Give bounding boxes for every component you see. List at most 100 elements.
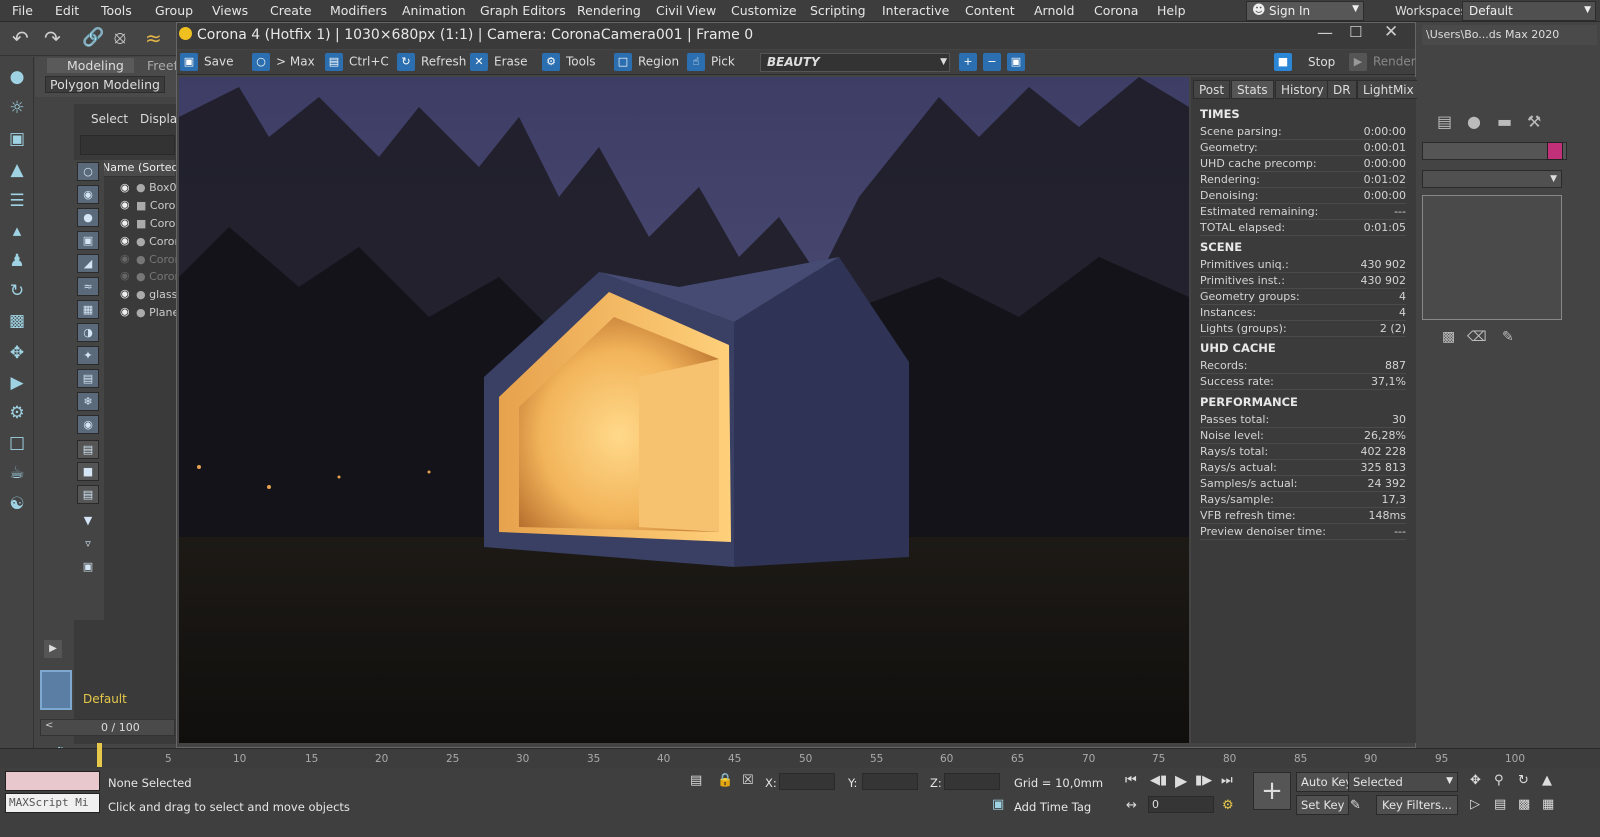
- save-button[interactable]: ▣ Save: [180, 53, 233, 72]
- link-icon[interactable]: 🔗: [82, 27, 104, 48]
- visibility-eye-icon[interactable]: ◉: [120, 287, 130, 300]
- configure-modifier-icon[interactable]: ✎: [1502, 329, 1514, 345]
- menu-edit[interactable]: Edit: [55, 3, 79, 18]
- go-to-end-icon[interactable]: ⏭: [1221, 773, 1233, 788]
- key-selection-dropdown[interactable]: Selected ▼: [1348, 772, 1458, 792]
- set-key-button[interactable]: Set Key: [1296, 795, 1350, 815]
- menu-file[interactable]: File: [12, 3, 33, 18]
- visibility-eye-icon[interactable]: ◉: [120, 181, 130, 194]
- pick-button[interactable]: ☝ Pick: [687, 53, 735, 72]
- tab-modeling[interactable]: Modeling: [47, 58, 134, 73]
- stop-button[interactable]: ■ Stop: [1274, 53, 1335, 72]
- viewport-layout-tab[interactable]: [40, 670, 72, 710]
- tools-button[interactable]: ⚙ Tools: [542, 53, 596, 72]
- wrench-icon[interactable]: ⚒: [1527, 112, 1541, 131]
- sphere-light-icon[interactable]: ☼: [6, 98, 28, 120]
- helper-filter-icon[interactable]: ◢: [77, 254, 99, 273]
- timeline[interactable]: 5 10 15 20 25 30 35 40 45 50 55 60 65 70…: [0, 743, 1600, 768]
- unlink-icon[interactable]: ⦻: [114, 27, 126, 48]
- list-item[interactable]: ■ Corona: [136, 217, 176, 234]
- box-icon[interactable]: ▩: [6, 311, 28, 333]
- teapot-icon[interactable]: ☕: [6, 463, 28, 485]
- lock-selection-icon[interactable]: 🔒: [717, 773, 733, 788]
- geometry-filter-icon[interactable]: ◉: [77, 185, 99, 204]
- spacewarp-filter-icon[interactable]: ≈: [77, 277, 99, 296]
- orbit-view-icon[interactable]: ↻: [1518, 773, 1529, 788]
- time-slider-handle[interactable]: [97, 743, 102, 767]
- object-name-field[interactable]: [1422, 142, 1567, 160]
- frozen-filter-icon[interactable]: ❄: [77, 392, 99, 411]
- minimize-icon[interactable]: —: [1317, 23, 1333, 42]
- rotate-icon[interactable]: ↻: [6, 281, 28, 303]
- menu-corona[interactable]: Corona: [1094, 3, 1138, 18]
- time-tag-icon[interactable]: ▣: [992, 797, 1004, 812]
- menu-scripting[interactable]: Scripting: [810, 3, 866, 18]
- key-tool-icon[interactable]: ✎: [1350, 798, 1361, 813]
- workspaces-select[interactable]: Default ▼: [1462, 1, 1596, 21]
- go-to-start-icon[interactable]: ⏮: [1125, 773, 1137, 788]
- list-item[interactable]: ● Plane: [136, 306, 176, 323]
- tab-display[interactable]: Display: [140, 112, 176, 126]
- container-filter-icon[interactable]: ▤: [77, 369, 99, 388]
- time-slider[interactable]: < 0 / 100: [40, 719, 175, 736]
- layer-default[interactable]: Default: [80, 690, 170, 709]
- menu-create[interactable]: Create: [270, 3, 312, 18]
- pin-stack-icon[interactable]: ▩: [1442, 329, 1455, 345]
- menu-interactive[interactable]: Interactive: [882, 3, 949, 18]
- tree-icon[interactable]: ▲: [6, 160, 28, 182]
- maximize-viewport-icon[interactable]: ▩: [1518, 797, 1530, 812]
- zoom-fit-button[interactable]: ▣: [1007, 53, 1031, 72]
- display-tab-icon[interactable]: ▬: [1497, 112, 1512, 131]
- close-icon[interactable]: ✕: [1384, 22, 1398, 42]
- layer-icon[interactable]: ▤: [77, 440, 99, 459]
- display-none-icon[interactable]: ○: [77, 162, 99, 181]
- list-icon[interactable]: ☰: [6, 191, 28, 213]
- add-time-tag[interactable]: Add Time Tag: [1014, 800, 1091, 814]
- z-coordinate-field[interactable]: [944, 773, 1000, 790]
- list-item[interactable]: ● Corona: [136, 235, 176, 252]
- y-coordinate-field[interactable]: [862, 773, 918, 790]
- render-channel-select[interactable]: BEAUTY ▼: [760, 53, 950, 72]
- menu-animation[interactable]: Animation: [402, 3, 466, 18]
- zoom-out-button[interactable]: −: [983, 53, 1007, 72]
- maximize-icon[interactable]: ☐: [1349, 23, 1362, 41]
- menu-rendering[interactable]: Rendering: [577, 3, 641, 18]
- menu-civil-view[interactable]: Civil View: [656, 3, 716, 18]
- remove-modifier-icon[interactable]: ⌫: [1467, 329, 1487, 345]
- list-item[interactable]: ● glass: [136, 288, 176, 305]
- camera-filter-icon[interactable]: ▣: [77, 231, 99, 250]
- bone-filter-icon[interactable]: ✦: [77, 346, 99, 365]
- camera-icon[interactable]: ▣: [6, 129, 28, 151]
- light-filter-icon[interactable]: ●: [77, 208, 99, 227]
- visibility-eye-icon[interactable]: ◉: [120, 252, 130, 265]
- menu-arnold[interactable]: Arnold: [1034, 3, 1074, 18]
- tag-icon[interactable]: ▣: [77, 558, 99, 577]
- tab-post[interactable]: Post: [1193, 80, 1231, 99]
- render-camera-icon[interactable]: ⚙: [6, 403, 28, 425]
- tab-history[interactable]: History: [1275, 80, 1330, 99]
- tab-polygon-modeling[interactable]: Polygon Modeling: [45, 76, 165, 93]
- erase-button[interactable]: ✕ Erase: [470, 53, 528, 72]
- menu-views[interactable]: Views: [212, 3, 248, 18]
- move-icon[interactable]: ✥: [6, 343, 28, 365]
- next-frame-icon[interactable]: ▮▶: [1195, 773, 1212, 788]
- tab-dr[interactable]: DR: [1327, 80, 1357, 99]
- properties-icon[interactable]: ▤: [77, 485, 99, 504]
- bind-space-warp-icon[interactable]: ≈: [145, 26, 162, 50]
- play-icon[interactable]: ▶: [1175, 771, 1187, 790]
- menu-tools[interactable]: Tools: [101, 3, 132, 18]
- sign-in-dropdown[interactable]: ☻ Sign In ▼: [1246, 1, 1364, 21]
- x-coordinate-field[interactable]: [779, 773, 835, 790]
- visibility-eye-icon[interactable]: ◉: [120, 234, 130, 247]
- field-of-view-icon[interactable]: ▲: [1542, 773, 1552, 788]
- modifier-stack[interactable]: [1422, 195, 1562, 320]
- visibility-eye-icon[interactable]: ◉: [120, 198, 130, 211]
- list-item[interactable]: ● Corona: [136, 253, 176, 270]
- viewport-icon[interactable]: □: [6, 433, 28, 455]
- hidden-filter-icon[interactable]: ◉: [77, 415, 99, 434]
- explorer-column-header[interactable]: Name (Sorted: [100, 160, 179, 177]
- menu-content[interactable]: Content: [965, 3, 1015, 18]
- hierarchy-icon[interactable]: ▴: [6, 221, 28, 243]
- xref-filter-icon[interactable]: ◑: [77, 323, 99, 342]
- time-config-icon[interactable]: ⚙: [1222, 798, 1234, 813]
